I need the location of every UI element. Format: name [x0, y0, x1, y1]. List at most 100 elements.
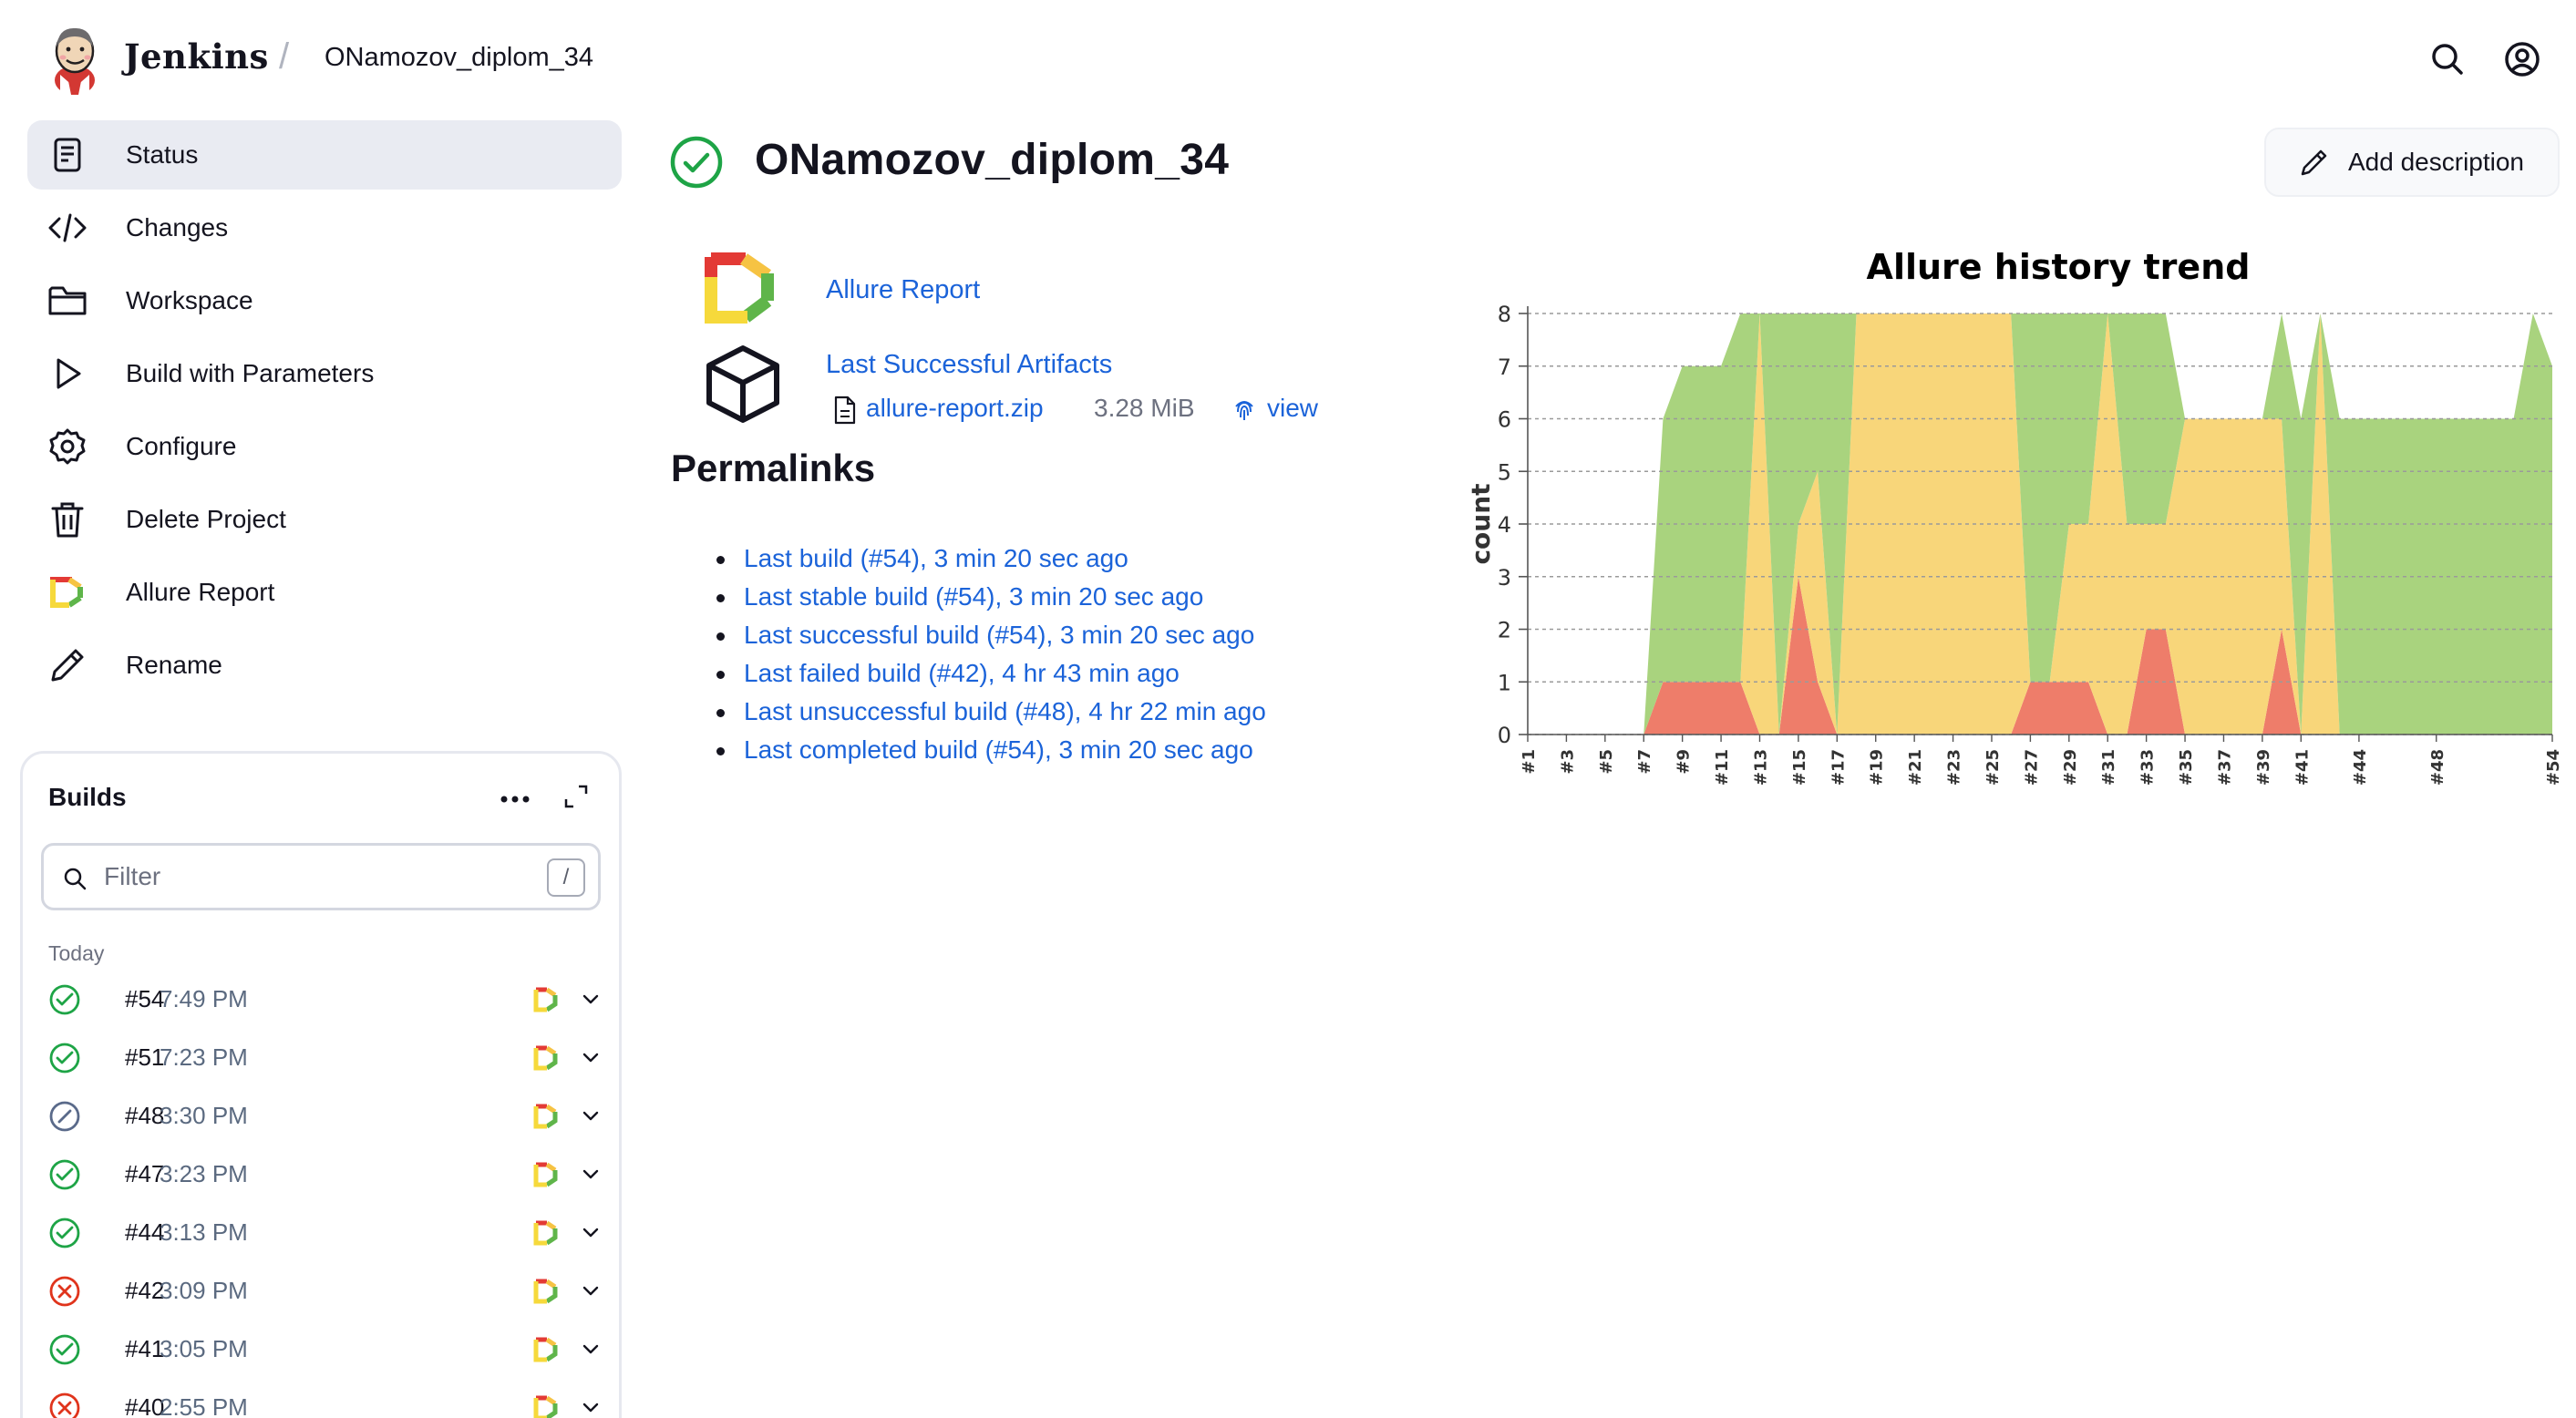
chevron-down-icon[interactable]: [581, 1339, 601, 1359]
build-row[interactable]: #42 3:09 PM: [48, 1262, 604, 1320]
side-nav: Status Changes Workspace Build with Para…: [27, 120, 622, 704]
chevron-down-icon[interactable]: [581, 1280, 601, 1300]
build-row[interactable]: #51 7:23 PM: [48, 1029, 604, 1087]
nav-item-label: Status: [126, 140, 199, 169]
build-row[interactable]: #40 2:55 PM: [48, 1379, 604, 1418]
expand-icon[interactable]: [562, 783, 590, 810]
nav-item-workspace[interactable]: Workspace: [27, 266, 622, 335]
filter-input[interactable]: [104, 857, 523, 897]
nav-item-label: Allure Report: [126, 578, 275, 606]
x-tick-label: #27: [2022, 749, 2041, 786]
x-tick-label: #9: [1674, 749, 1694, 775]
allure-icon[interactable]: [531, 1102, 561, 1131]
build-number[interactable]: #41: [125, 1335, 164, 1363]
build-row[interactable]: #48 3:30 PM: [48, 1087, 604, 1146]
build-number[interactable]: #44: [125, 1218, 164, 1247]
x-tick-label: #5: [1597, 749, 1616, 775]
play-icon: [57, 358, 81, 389]
y-tick-label: 8: [1498, 302, 1511, 327]
build-time: 3:05 PM: [160, 1335, 248, 1362]
page-title: ONamozov_diplom_34: [755, 136, 1230, 184]
add-description-button[interactable]: Add description: [2264, 128, 2560, 197]
permalink-item: Last completed build (#54), 3 min 20 sec…: [716, 735, 1266, 773]
build-number[interactable]: #54: [125, 985, 164, 1013]
y-tick-label: 0: [1498, 723, 1511, 748]
permalink-link[interactable]: Last unsuccessful build (#48), 4 hr 22 m…: [744, 697, 1266, 725]
permalink-link[interactable]: Last failed build (#42), 4 hr 43 min ago: [744, 659, 1180, 687]
x-tick-label: #48: [2428, 749, 2447, 786]
x-tick-label: #37: [2215, 749, 2234, 786]
more-options-icon[interactable]: [497, 790, 533, 808]
allure-icon[interactable]: [531, 1393, 561, 1418]
nav-item-configure[interactable]: Configure: [27, 412, 622, 481]
chevron-down-icon[interactable]: [581, 1397, 601, 1417]
chevron-down-icon[interactable]: [581, 989, 601, 1009]
chevron-down-icon[interactable]: [581, 1047, 601, 1067]
chevron-down-icon[interactable]: [581, 1164, 601, 1184]
allure-icon[interactable]: [531, 1218, 561, 1248]
nav-item-delete-project[interactable]: Delete Project: [27, 485, 622, 554]
breadcrumb-project[interactable]: ONamozov_diplom_34: [325, 43, 593, 73]
success-status-icon: [49, 1043, 80, 1074]
allure-icon[interactable]: [531, 1043, 561, 1073]
build-row[interactable]: #44 3:13 PM: [48, 1204, 604, 1262]
permalink-link[interactable]: Last completed build (#54), 3 min 20 sec…: [744, 735, 1253, 764]
chevron-down-icon[interactable]: [581, 1222, 601, 1242]
y-tick-label: 7: [1498, 354, 1511, 380]
build-number[interactable]: #42: [125, 1277, 164, 1305]
allure-icon[interactable]: [531, 985, 561, 1014]
jenkins-logo-icon[interactable]: [47, 24, 102, 95]
success-status-icon: [49, 1218, 80, 1248]
permalink-link[interactable]: Last stable build (#54), 3 min 20 sec ag…: [744, 582, 1203, 611]
build-number[interactable]: #48: [125, 1102, 164, 1130]
permalink-link[interactable]: Last successful build (#54), 3 min 20 se…: [744, 621, 1254, 649]
build-row[interactable]: #54 7:49 PM: [48, 971, 604, 1029]
allure-icon[interactable]: [531, 1160, 561, 1189]
builds-group-label: Today: [48, 941, 105, 965]
jenkins-brand[interactable]: Jenkins: [124, 36, 269, 77]
search-icon[interactable]: [2427, 38, 2468, 80]
breadcrumb-separator: /: [279, 36, 290, 77]
build-row[interactable]: #47 3:23 PM: [48, 1146, 604, 1204]
build-number[interactable]: #51: [125, 1043, 164, 1072]
x-tick-label: #35: [2177, 749, 2196, 786]
allure-icon[interactable]: [531, 1335, 561, 1364]
nav-item-allure-report[interactable]: Allure Report: [27, 558, 622, 627]
permalink-item: Last unsuccessful build (#48), 4 hr 22 m…: [716, 696, 1266, 735]
x-tick-label: #33: [2138, 749, 2158, 786]
y-tick-label: 5: [1498, 459, 1511, 485]
build-row[interactable]: #41 3:05 PM: [48, 1320, 604, 1379]
permalinks-list: Last build (#54), 3 min 20 sec ago Last s…: [716, 543, 1266, 773]
allure-report-icon[interactable]: [702, 250, 784, 328]
nav-item-status[interactable]: Status: [27, 120, 622, 190]
build-number[interactable]: #47: [125, 1160, 164, 1188]
x-tick-label: #15: [1790, 749, 1809, 786]
permalinks-title: Permalinks: [671, 447, 876, 489]
failed-status-icon: [49, 1276, 80, 1307]
build-number[interactable]: #40: [125, 1393, 164, 1418]
fingerprint-icon[interactable]: [1231, 396, 1258, 423]
permalink-item: Last failed build (#42), 4 hr 43 min ago: [716, 658, 1266, 696]
last-successful-artifacts-link[interactable]: Last Successful Artifacts: [826, 350, 1112, 380]
nav-item-label: Configure: [126, 432, 237, 460]
nav-item-rename[interactable]: Rename: [27, 631, 622, 700]
success-status-icon: [49, 984, 80, 1015]
failed-status-icon: [49, 1392, 80, 1418]
x-tick-label: #19: [1868, 749, 1887, 786]
status-icon: [54, 138, 81, 172]
artifact-view-link[interactable]: view: [1267, 394, 1318, 423]
allure-report-link[interactable]: Allure Report: [826, 275, 980, 305]
gear-icon: [49, 428, 86, 465]
x-tick-label: #25: [1984, 749, 2003, 786]
allure-icon[interactable]: [531, 1277, 561, 1306]
nav-item-changes[interactable]: Changes: [27, 193, 622, 262]
builds-filter[interactable]: /: [41, 843, 601, 910]
allure-history-trend-chart[interactable]: Allure history trend count 0 1 2 3 4 5 6 7 8 #1 #3 #5…: [1458, 233, 2571, 817]
chevron-down-icon[interactable]: [581, 1105, 601, 1125]
x-tick-label: #44: [2351, 749, 2370, 786]
permalink-item: Last successful build (#54), 3 min 20 se…: [716, 620, 1266, 658]
account-icon[interactable]: [2501, 38, 2543, 80]
artifact-file-link[interactable]: allure-report.zip: [866, 394, 1044, 423]
nav-item-build-with-parameters[interactable]: Build with Parameters: [27, 339, 622, 408]
permalink-link[interactable]: Last build (#54), 3 min 20 sec ago: [744, 544, 1128, 572]
